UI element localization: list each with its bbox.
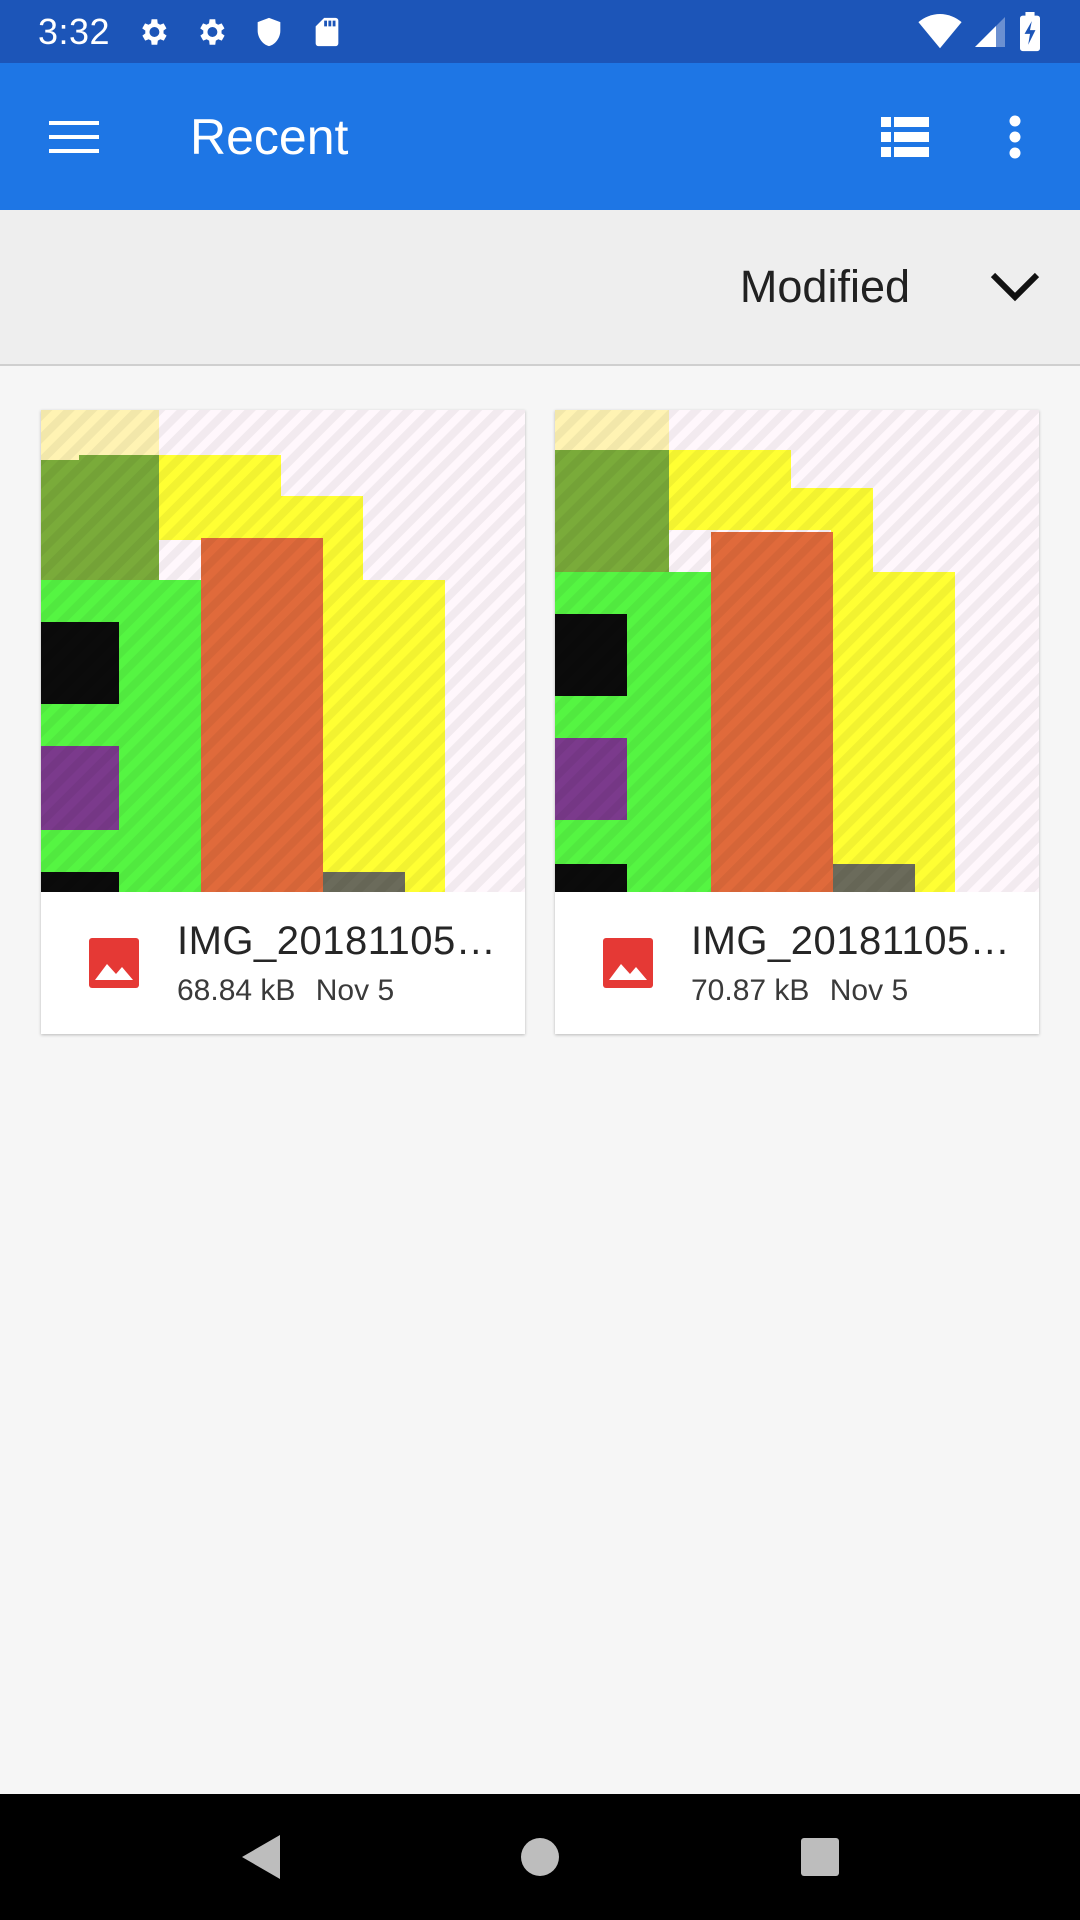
sort-dropdown[interactable]: Modified [740, 261, 1040, 313]
file-size: 70.87 kB [691, 973, 810, 1007]
file-info: IMG_20181105… 68.84 kB Nov 5 [41, 892, 525, 1034]
chevron-down-icon [990, 272, 1040, 302]
app-bar: Recent [0, 63, 1080, 210]
file-meta: 70.87 kB Nov 5 [691, 974, 1011, 1008]
back-triangle-icon [242, 1835, 280, 1879]
sort-bar: Modified [0, 210, 1080, 366]
file-text: IMG_20181105… 70.87 kB Nov 5 [691, 919, 1011, 1008]
back-button[interactable] [200, 1797, 320, 1917]
recents-button[interactable] [760, 1797, 880, 1917]
file-date: Nov 5 [315, 973, 395, 1007]
file-date: Nov 5 [829, 973, 909, 1007]
gear-icon [200, 18, 225, 45]
file-card[interactable]: IMG_20181105… 70.87 kB Nov 5 [555, 410, 1039, 1034]
recents-square-icon [801, 1838, 839, 1876]
status-bar: 3:32 [0, 0, 1080, 63]
file-meta: 68.84 kB Nov 5 [177, 974, 497, 1008]
file-name: IMG_20181105… [691, 918, 1011, 963]
hamburger-menu-icon [49, 120, 99, 153]
file-text: IMG_20181105… 68.84 kB Nov 5 [177, 919, 497, 1008]
more-vert-icon [1009, 115, 1021, 158]
file-size: 68.84 kB [177, 973, 296, 1007]
home-button[interactable] [480, 1797, 600, 1917]
home-circle-icon [521, 1838, 559, 1876]
battery-charging-icon [1020, 11, 1040, 51]
status-notification-icons [136, 15, 368, 49]
list-view-icon [881, 116, 929, 157]
image-file-icon [89, 938, 139, 988]
sd-card-icon [315, 17, 339, 46]
navigation-menu-button[interactable] [24, 87, 124, 187]
shield-icon [257, 17, 281, 46]
file-card[interactable]: IMG_20181105… 68.84 kB Nov 5 [41, 410, 525, 1034]
file-info: IMG_20181105… 70.87 kB Nov 5 [555, 892, 1039, 1034]
wifi-icon [918, 13, 962, 48]
status-system-icons [908, 11, 1042, 52]
file-thumbnail [41, 410, 525, 892]
file-thumbnail [555, 410, 1039, 892]
list-view-button[interactable] [850, 82, 960, 192]
system-navigation-bar [0, 1794, 1080, 1920]
file-name: IMG_20181105… [177, 918, 497, 963]
more-options-button[interactable] [960, 82, 1070, 192]
cell-signal-icon [975, 16, 1005, 47]
status-time: 3:32 [38, 10, 111, 52]
app-bar-actions [850, 82, 1070, 192]
sort-label: Modified [739, 261, 910, 312]
gear-icon [142, 18, 167, 45]
page-title: Recent [190, 108, 349, 165]
image-file-icon [603, 938, 653, 988]
